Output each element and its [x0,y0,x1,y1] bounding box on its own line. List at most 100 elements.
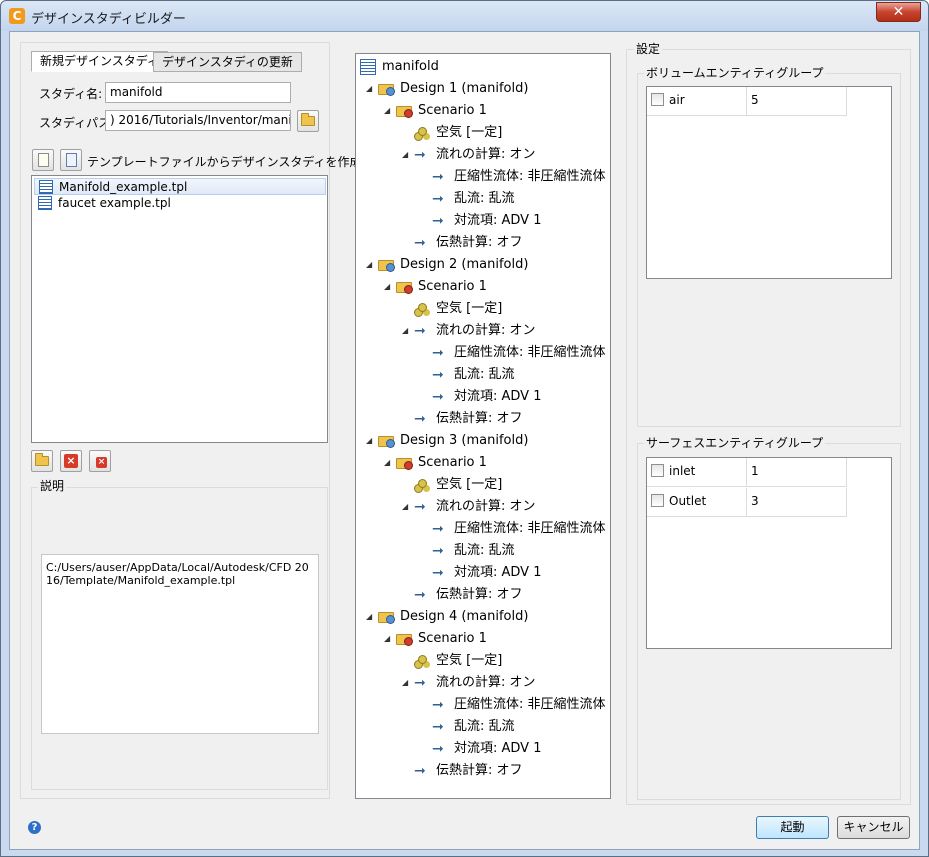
tree-heat-setting[interactable]: ➞ 伝熱計算: オフ [356,584,610,606]
tree-root[interactable]: manifold [356,56,610,78]
tree-flow-setting[interactable]: ◢ ➞ 流れの計算: オン [356,496,610,518]
tree-scenario[interactable]: ◢ Scenario 1 [356,100,610,122]
tree-node-label: 伝熱計算: オフ [436,235,523,250]
expand-toggle-icon[interactable]: ◢ [366,606,372,628]
tree-compressibility-setting[interactable]: ➞ 圧縮性流体: 非圧縮性流体 [356,342,610,364]
setting-arrow-icon: ➞ [432,213,444,229]
browse-folder-button[interactable] [297,110,319,132]
expand-toggle-icon[interactable]: ◢ [402,672,408,694]
tree-heat-setting[interactable]: ➞ 伝熱計算: オフ [356,408,610,430]
scenario-folder-icon [396,458,413,470]
tree-heat-setting[interactable]: ➞ 伝熱計算: オフ [356,232,610,254]
template-file-icon [38,195,52,210]
expand-toggle-icon[interactable]: ◢ [366,430,372,452]
expand-toggle-icon[interactable]: ◢ [384,628,390,650]
tree-flow-setting[interactable]: ◢ ➞ 流れの計算: オン [356,672,610,694]
tree-node-label: 圧縮性流体: 非圧縮性流体 [454,345,606,360]
tree-turbulence-setting[interactable]: ➞ 乱流: 乱流 [356,540,610,562]
list-item-manifold-example[interactable]: Manifold_example.tpl [34,178,326,195]
expand-toggle-icon[interactable]: ◢ [366,254,372,276]
tree-advection-setting[interactable]: ➞ 対流項: ADV 1 [356,386,610,408]
delete-button[interactable]: × [60,450,82,472]
tree-node-label: Scenario 1 [418,103,487,118]
entity-name-cell[interactable]: Outlet [647,488,747,517]
study-name-input[interactable]: manifold [105,82,291,103]
setting-arrow-icon: ➞ [414,499,426,515]
tree-advection-setting[interactable]: ➞ 対流項: ADV 1 [356,562,610,584]
tree-advection-setting[interactable]: ➞ 対流項: ADV 1 [356,738,610,760]
template-file-list[interactable]: Manifold_example.tpl faucet example.tpl [31,175,328,443]
tree-compressibility-setting[interactable]: ➞ 圧縮性流体: 非圧縮性流体 [356,518,610,540]
expand-toggle-icon[interactable]: ◢ [384,100,390,122]
tree-flow-setting[interactable]: ◢ ➞ 流れの計算: オン [356,144,610,166]
study-path-input[interactable]: ) 2016/Tutorials/Inventor/manifold [105,110,291,131]
design-folder-icon [378,260,395,272]
delete-all-button[interactable]: × [89,450,111,472]
title-bar[interactable]: C デザインスタディビルダー ✕ [1,1,928,31]
tree-node-label: Design 2 (manifold) [400,257,529,272]
tree-flow-setting[interactable]: ◢ ➞ 流れの計算: オン [356,320,610,342]
tree-compressibility-setting[interactable]: ➞ 圧縮性流体: 非圧縮性流体 [356,694,610,716]
help-icon[interactable]: ? [28,821,41,834]
expand-toggle-icon[interactable]: ◢ [402,320,408,342]
setting-arrow-icon: ➞ [414,147,426,163]
entity-name-cell[interactable]: air [647,87,747,116]
entity-checkbox[interactable] [651,464,664,477]
tree-node-label: 流れの計算: オン [436,323,536,338]
surface-group-label: サーフェスエンティティグループ [644,434,826,451]
tree-design-4[interactable]: ◢ Design 4 (manifold) [356,606,610,628]
tree-node-label: Scenario 1 [418,631,487,646]
close-button[interactable]: ✕ [876,2,921,22]
tree-node-label: 伝熱計算: オフ [436,587,523,602]
tree-design-1[interactable]: ◢ Design 1 (manifold) [356,78,610,100]
tree-heat-setting[interactable]: ➞ 伝熱計算: オフ [356,760,610,782]
description-text[interactable]: C:/Users/auser/AppData/Local/Autodesk/CF… [41,554,319,734]
tree-compressibility-setting[interactable]: ➞ 圧縮性流体: 非圧縮性流体 [356,166,610,188]
volume-entity-grid[interactable]: air 5 [646,86,892,279]
tree-scenario[interactable]: ◢ Scenario 1 [356,276,610,298]
design-tree[interactable]: manifold ◢ Design 1 (manifold) ◢ Scenario 1 空… [355,53,611,799]
cancel-button[interactable]: キャンセル [837,816,910,839]
entity-checkbox[interactable] [651,93,664,106]
tree-turbulence-setting[interactable]: ➞ 乱流: 乱流 [356,188,610,210]
template-file-icon [39,179,53,194]
expand-toggle-icon[interactable]: ◢ [402,496,408,518]
tree-turbulence-setting[interactable]: ➞ 乱流: 乱流 [356,716,610,738]
delete-all-icon: × [96,457,107,468]
tab-update-design-study[interactable]: デザインスタディの更新 [153,52,302,72]
new-document-icon [38,153,49,167]
entity-checkbox[interactable] [651,494,664,507]
tree-material[interactable]: 空気 [一定] [356,650,610,672]
tree-material[interactable]: 空気 [一定] [356,298,610,320]
scenario-folder-icon [396,282,413,294]
new-template-button[interactable] [32,149,54,171]
surface-entity-grid[interactable]: inlet 1 Outlet 3 [646,457,892,649]
list-item-faucet-example[interactable]: faucet example.tpl [34,195,326,212]
entity-name-cell[interactable]: inlet [647,458,747,487]
launch-button[interactable]: 起動 [756,816,829,839]
tree-node-label: Design 3 (manifold) [400,433,529,448]
tree-node-label: Design 4 (manifold) [400,609,529,624]
tree-node-label: 伝熱計算: オフ [436,763,523,778]
tree-node-label: 流れの計算: オン [436,675,536,690]
folder-open-icon [301,113,315,126]
expand-toggle-icon[interactable]: ◢ [402,144,408,166]
entity-name: Outlet [669,494,707,508]
tree-node-label: 空気 [一定] [436,301,503,316]
tree-material[interactable]: 空気 [一定] [356,122,610,144]
expand-toggle-icon[interactable]: ◢ [366,78,372,100]
tree-design-3[interactable]: ◢ Design 3 (manifold) [356,430,610,452]
tree-scenario[interactable]: ◢ Scenario 1 [356,452,610,474]
open-file-button[interactable] [31,450,53,472]
dialog-window: C デザインスタディビルダー ✕ 新規デザインスタディ デザインスタディの更新 … [0,0,929,857]
tree-node-label: 圧縮性流体: 非圧縮性流体 [454,521,606,536]
tree-design-2[interactable]: ◢ Design 2 (manifold) [356,254,610,276]
expand-toggle-icon[interactable]: ◢ [384,452,390,474]
tree-advection-setting[interactable]: ➞ 対流項: ADV 1 [356,210,610,232]
tree-material[interactable]: 空気 [一定] [356,474,610,496]
expand-toggle-icon[interactable]: ◢ [384,276,390,298]
tree-turbulence-setting[interactable]: ➞ 乱流: 乱流 [356,364,610,386]
tab-new-design-study[interactable]: 新規デザインスタディ [31,51,168,72]
tree-scenario[interactable]: ◢ Scenario 1 [356,628,610,650]
create-from-template-button[interactable] [60,149,82,171]
